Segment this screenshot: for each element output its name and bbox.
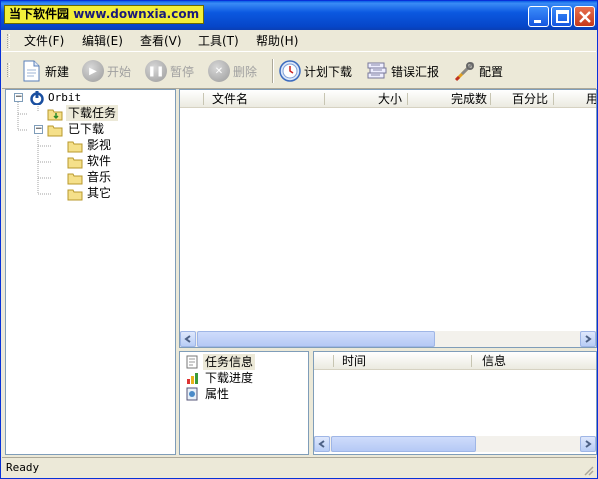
minimize-icon <box>534 20 541 23</box>
menu-tools[interactable]: 工具(T) <box>198 33 239 49</box>
resize-grip-icon[interactable] <box>582 464 594 476</box>
column-completed[interactable]: 完成数 <box>412 90 487 108</box>
delete-icon: ✕ <box>208 60 230 82</box>
expander-downloaded[interactable]: − <box>34 125 43 134</box>
folder-icon <box>67 141 83 153</box>
tree-root-orbit[interactable]: Orbit <box>48 90 81 106</box>
tree-item-software[interactable]: 软件 <box>87 153 111 169</box>
maximize-icon <box>556 10 569 23</box>
pause-icon: ❚❚ <box>145 60 167 82</box>
column-size[interactable]: 大小 <box>330 90 402 108</box>
delete-label: 删除 <box>233 64 258 79</box>
maximize-button[interactable] <box>551 6 572 27</box>
task-list[interactable]: 文件名 大小 完成数 百分比 用 <box>179 89 597 348</box>
download-task-icon <box>47 109 63 121</box>
clock-icon <box>279 60 301 82</box>
arrow-left-icon <box>318 440 325 448</box>
status-text: Ready <box>6 461 40 474</box>
task-list-header: 文件名 大小 完成数 百分比 用 <box>180 90 596 108</box>
folder-icon <box>67 157 83 169</box>
log-scroll-left-button[interactable] <box>314 436 330 452</box>
tree-item-movies[interactable]: 影视 <box>87 137 111 153</box>
task-info-icon <box>186 355 198 369</box>
pause-button[interactable]: ❚❚ 暂停 <box>145 58 194 84</box>
menu-help[interactable]: 帮助(H) <box>256 33 298 49</box>
toolbar: 新建 ▶ 开始 ❚❚ 暂停 ✕ 删除 计划下载 错误汇报 配置 <box>2 53 596 89</box>
expander-root[interactable]: − <box>14 93 23 102</box>
tree-item-downloading[interactable]: 下载任务 <box>66 105 119 121</box>
log-list-header: 时间 信息 <box>314 352 596 370</box>
arrow-left-icon <box>184 335 191 343</box>
close-icon <box>579 11 591 23</box>
config-button[interactable]: 配置 <box>454 58 503 84</box>
menu-grip[interactable] <box>7 34 10 48</box>
log-list[interactable]: 时间 信息 <box>313 351 597 455</box>
error-report-label: 错误汇报 <box>391 64 440 79</box>
info-item-properties[interactable]: 属性 <box>205 386 229 402</box>
log-scroll-thumb[interactable] <box>331 436 476 452</box>
new-label: 新建 <box>45 64 70 79</box>
menu-bar: 文件(F) 编辑(E) 查看(V) 工具(T) 帮助(H) <box>2 30 596 52</box>
column-filename[interactable]: 文件名 <box>212 90 312 108</box>
toolbar-grip[interactable] <box>7 63 10 77</box>
toolbar-separator <box>272 59 274 83</box>
schedule-label: 计划下载 <box>304 64 353 79</box>
log-hscrollbar[interactable] <box>314 436 596 452</box>
arrow-right-icon <box>585 335 592 343</box>
pause-label: 暂停 <box>170 64 195 79</box>
info-item-task-info[interactable]: 任务信息 <box>203 354 256 370</box>
column-extra[interactable]: 用 <box>586 90 596 108</box>
category-tree[interactable]: − Orbit 下载任务 − 已下载 影视 软件 音乐 其它 <box>5 89 176 455</box>
info-list[interactable]: 任务信息 下载进度 属性 <box>179 351 309 455</box>
menu-view[interactable]: 查看(V) <box>140 33 182 49</box>
delete-button[interactable]: ✕ 删除 <box>208 58 257 84</box>
main-window: 当下软件园 www.downxia.com 文件(F) 编辑(E) 查看(V) … <box>0 0 598 479</box>
scroll-thumb[interactable] <box>197 331 435 347</box>
open-folder-icon <box>47 125 63 137</box>
menu-file[interactable]: 文件(F) <box>24 33 64 49</box>
log-scroll-right-button[interactable] <box>580 436 596 452</box>
folder-icon <box>67 189 83 201</box>
folder-icon <box>67 173 83 185</box>
config-label: 配置 <box>479 64 504 79</box>
tree-item-music[interactable]: 音乐 <box>87 169 111 185</box>
play-icon: ▶ <box>82 60 104 82</box>
start-label: 开始 <box>107 64 132 79</box>
schedule-download-button[interactable]: 计划下载 <box>279 58 352 84</box>
tree-item-other[interactable]: 其它 <box>87 185 111 201</box>
menu-edit[interactable]: 编辑(E) <box>82 33 123 49</box>
column-time[interactable]: 时间 <box>342 352 462 370</box>
scroll-left-button[interactable] <box>180 331 196 347</box>
window-title: 当下软件园 www.downxia.com <box>4 5 205 24</box>
arrow-right-icon <box>585 440 592 448</box>
error-report-icon <box>366 60 388 82</box>
column-percent[interactable]: 百分比 <box>495 90 548 108</box>
task-list-hscrollbar[interactable] <box>180 331 596 347</box>
status-bar: Ready <box>2 457 596 478</box>
column-info[interactable]: 信息 <box>482 352 582 370</box>
close-button[interactable] <box>574 6 595 27</box>
properties-icon <box>186 387 198 401</box>
start-button[interactable]: ▶ 开始 <box>82 58 131 84</box>
info-item-progress[interactable]: 下载进度 <box>205 370 253 386</box>
new-button[interactable]: 新建 <box>20 58 69 84</box>
new-document-icon <box>20 60 42 82</box>
minimize-button[interactable] <box>528 6 549 27</box>
tools-icon <box>454 60 476 82</box>
error-report-button[interactable]: 错误汇报 <box>366 58 439 84</box>
orbit-icon <box>30 91 44 105</box>
progress-chart-icon <box>187 373 198 384</box>
scroll-right-button[interactable] <box>580 331 596 347</box>
title-bar[interactable]: 当下软件园 www.downxia.com <box>1 1 597 30</box>
tree-item-downloaded[interactable]: 已下载 <box>68 121 104 137</box>
